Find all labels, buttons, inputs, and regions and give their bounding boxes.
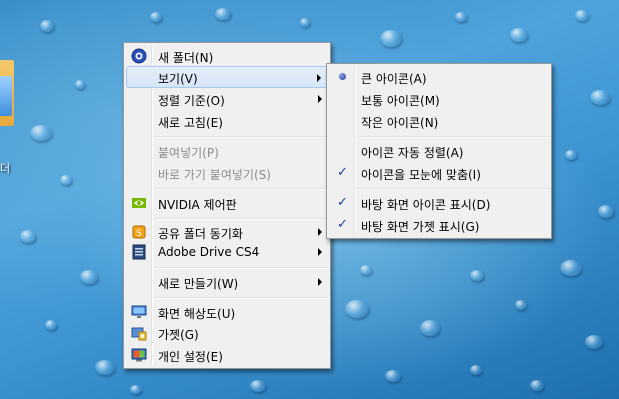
check-icon: ✓ xyxy=(337,217,348,232)
water-drop xyxy=(30,125,52,141)
menu-item-label: 아이콘 자동 정렬(A) xyxy=(361,146,464,160)
water-drop xyxy=(345,300,369,318)
menu-item-personalize[interactable]: 개인 설정(E) xyxy=(126,344,328,366)
water-drop xyxy=(470,270,484,281)
water-drop xyxy=(590,90,610,105)
water-drop xyxy=(45,320,57,330)
water-drop xyxy=(250,380,266,392)
water-drop xyxy=(420,320,440,336)
submenu-item-large-icons[interactable]: 큰 아이콘(A) xyxy=(329,66,549,88)
water-drop xyxy=(130,385,142,394)
submenu-item-show-desktop-icons[interactable]: ✓ 바탕 화면 아이콘 표시(D) xyxy=(329,192,549,214)
menu-separator xyxy=(154,218,328,220)
menu-item-label: Adobe Drive CS4 xyxy=(158,245,260,259)
desktop-context-menu: 새 폴더(N) 보기(V) 정렬 기준(O) 새로 고침(E) 붙여넣기(P) … xyxy=(123,42,331,369)
menu-item-label: 바탕 화면 아이콘 표시(D) xyxy=(361,198,491,212)
water-drop xyxy=(300,18,310,27)
menu-separator xyxy=(154,297,328,299)
menu-item-paste: 붙여넣기(P) xyxy=(126,140,328,162)
sync-icon: S xyxy=(132,225,146,239)
menu-item-adobe-drive[interactable]: Adobe Drive CS4 xyxy=(126,241,328,263)
check-icon: ✓ xyxy=(337,195,348,210)
menu-item-label: 가젯(G) xyxy=(158,328,199,342)
water-drop xyxy=(560,260,582,276)
menu-item-shared-folder-sync[interactable]: S 공유 폴더 동기화 xyxy=(126,221,328,243)
nvidia-icon xyxy=(132,198,146,208)
menu-item-label: 새로 고침(E) xyxy=(158,116,223,130)
submenu-arrow-icon xyxy=(317,74,321,82)
radio-bullet-icon xyxy=(339,73,346,80)
submenu-arrow-icon xyxy=(318,278,322,286)
water-drop xyxy=(20,230,36,243)
water-drop xyxy=(150,12,162,22)
water-drop xyxy=(470,365,482,375)
menu-item-label: 공유 폴더 동기화 xyxy=(158,227,243,241)
water-drop xyxy=(530,380,544,391)
adobe-drive-icon xyxy=(132,244,146,260)
desktop-folder-icon[interactable] xyxy=(0,58,16,128)
menu-item-label: 보통 아이콘(M) xyxy=(361,94,440,108)
menu-item-label: 큰 아이콘(A) xyxy=(361,72,427,86)
menu-separator xyxy=(357,188,549,190)
menu-item-paste-shortcut: 바로 가기 붙여넣기(S) xyxy=(126,162,328,184)
menu-item-label: 화면 해상도(U) xyxy=(158,307,236,321)
water-drop xyxy=(80,270,98,284)
submenu-arrow-icon xyxy=(318,95,322,103)
water-drop xyxy=(510,28,528,42)
personalize-icon xyxy=(131,348,147,362)
menu-item-new-folder[interactable]: 새 폴더(N) xyxy=(126,45,328,67)
water-drop xyxy=(455,12,467,22)
submenu-arrow-icon xyxy=(318,248,322,256)
submenu-item-auto-arrange[interactable]: 아이콘 자동 정렬(A) xyxy=(329,140,549,162)
gadget-icon xyxy=(131,327,147,341)
svg-text:S: S xyxy=(136,229,142,239)
menu-item-label: 붙여넣기(P) xyxy=(158,146,219,160)
menu-item-label: 새 폴더(N) xyxy=(158,51,214,65)
submenu-item-medium-icons[interactable]: 보통 아이콘(M) xyxy=(329,88,549,110)
desktop-icon-label: 더 xyxy=(0,162,11,175)
view-submenu: 큰 아이콘(A) 보통 아이콘(M) 작은 아이콘(N) 아이콘 자동 정렬(A… xyxy=(326,63,552,239)
water-drop xyxy=(215,8,231,20)
menu-item-screen-resolution[interactable]: 화면 해상도(U) xyxy=(126,301,328,323)
menu-item-label: 개인 설정(E) xyxy=(158,350,223,364)
menu-separator xyxy=(154,136,328,138)
menu-item-refresh[interactable]: 새로 고침(E) xyxy=(126,110,328,132)
water-drop xyxy=(360,265,372,275)
menu-item-label: 보기(V) xyxy=(158,72,198,86)
display-icon xyxy=(131,305,147,318)
menu-separator xyxy=(357,136,549,138)
water-drop xyxy=(598,205,614,218)
submenu-item-small-icons[interactable]: 작은 아이콘(N) xyxy=(329,110,549,132)
menu-item-nvidia-control-panel[interactable]: NVIDIA 제어판 xyxy=(126,192,328,214)
water-drop xyxy=(95,360,115,375)
menu-item-sort-by[interactable]: 정렬 기준(O) xyxy=(126,88,328,110)
menu-item-label: 바로 가기 붙여넣기(S) xyxy=(158,168,271,182)
menu-item-label: NVIDIA 제어판 xyxy=(158,198,237,212)
water-drop xyxy=(40,20,54,32)
water-drop xyxy=(380,30,402,47)
menu-separator xyxy=(154,267,328,269)
menu-item-view[interactable]: 보기(V) xyxy=(126,66,328,88)
water-drop xyxy=(385,370,401,382)
water-drop xyxy=(585,335,603,349)
check-icon: ✓ xyxy=(337,165,348,180)
menu-item-label: 바탕 화면 가젯 표시(G) xyxy=(361,220,480,234)
menu-item-label: 새로 만들기(W) xyxy=(158,277,239,291)
menu-item-label: 정렬 기준(O) xyxy=(158,94,225,108)
water-drop xyxy=(515,300,527,310)
menu-item-label: 아이콘을 모눈에 맞춤(I) xyxy=(361,168,481,182)
menu-separator xyxy=(154,188,328,190)
water-drop xyxy=(75,80,85,89)
submenu-arrow-icon xyxy=(318,228,322,236)
submenu-item-align-to-grid[interactable]: ✓ 아이콘을 모눈에 맞춤(I) xyxy=(329,162,549,184)
submenu-item-show-desktop-gadgets[interactable]: ✓ 바탕 화면 가젯 표시(G) xyxy=(329,214,549,236)
menu-item-gadgets[interactable]: 가젯(G) xyxy=(126,322,328,344)
menu-item-label: 작은 아이콘(N) xyxy=(361,116,439,130)
water-drop xyxy=(60,175,72,185)
new-folder-icon xyxy=(131,48,147,64)
menu-item-new[interactable]: 새로 만들기(W) xyxy=(126,271,328,293)
water-drop xyxy=(575,10,589,21)
water-drop xyxy=(565,150,577,160)
